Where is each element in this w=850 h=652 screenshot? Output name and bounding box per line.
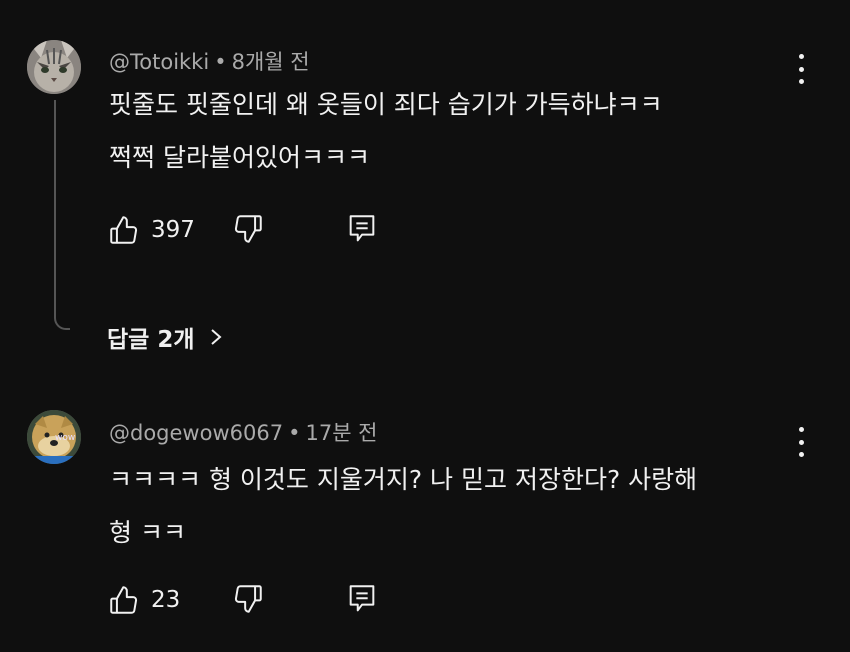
author-name[interactable]: @dogewow6067 xyxy=(109,421,283,445)
thread-line xyxy=(54,100,70,330)
comment-line: 쩍쩍 달라붙어있어ㅋㅋㅋ xyxy=(109,143,370,172)
separator: • xyxy=(288,421,301,445)
comment-line: ㅋㅋㅋㅋ 형 이것도 지울거지? 나 믿고 저장한다? 사랑해 xyxy=(109,465,698,494)
chevron-right-icon xyxy=(210,329,222,345)
comment-meta: @dogewow6067 • 17분 전 xyxy=(109,417,378,447)
reply-icon[interactable] xyxy=(345,582,379,616)
thumbs-up-icon[interactable] xyxy=(107,583,141,617)
like-count: 397 xyxy=(151,217,195,243)
cat-avatar-icon xyxy=(27,40,81,94)
comment-line: 형 ㅋㅋ xyxy=(109,518,186,547)
avatar[interactable]: wow xyxy=(27,410,81,464)
thumbs-up-icon[interactable] xyxy=(107,213,141,247)
comment-actions: 397 xyxy=(107,212,375,248)
replies-label: 답글 2개 xyxy=(107,327,195,353)
svg-text:wow: wow xyxy=(55,433,75,443)
thumbs-down-icon[interactable] xyxy=(231,582,265,616)
comment-text: 핏줄도 핏줄인데 왜 옷들이 죄다 습기가 가득하냐ㅋㅋ 쩍쩍 달라붙어있어ㅋㅋ… xyxy=(109,78,809,184)
like-count: 23 xyxy=(151,587,181,613)
comment-text: ㅋㅋㅋㅋ 형 이것도 지울거지? 나 믿고 저장한다? 사랑해 형 ㅋㅋ xyxy=(109,453,809,559)
comment-line: 핏줄도 핏줄인데 왜 옷들이 죄다 습기가 가득하냐ㅋㅋ xyxy=(109,90,663,119)
author-name[interactable]: @Totoikki xyxy=(109,50,209,74)
doge-avatar-icon: wow xyxy=(27,410,81,464)
reply-icon[interactable] xyxy=(345,212,379,246)
timestamp: 8개월 전 xyxy=(231,50,310,74)
avatar[interactable] xyxy=(27,40,81,94)
comment-actions: 23 xyxy=(107,582,375,618)
comment-meta: @Totoikki • 8개월 전 xyxy=(109,46,310,76)
view-replies-button[interactable]: 답글 2개 xyxy=(107,320,223,354)
thumbs-down-icon[interactable] xyxy=(231,212,265,246)
timestamp: 17분 전 xyxy=(305,421,378,445)
separator: • xyxy=(214,50,227,74)
comment-item: wow @dogewow6067 • 17분 전 ㅋㅋㅋㅋ 형 이것도 지울거지? … xyxy=(0,395,850,652)
comment-item: @Totoikki • 8개월 전 핏줄도 핏줄인데 왜 옷들이 죄다 습기가 가득… xyxy=(0,0,850,375)
